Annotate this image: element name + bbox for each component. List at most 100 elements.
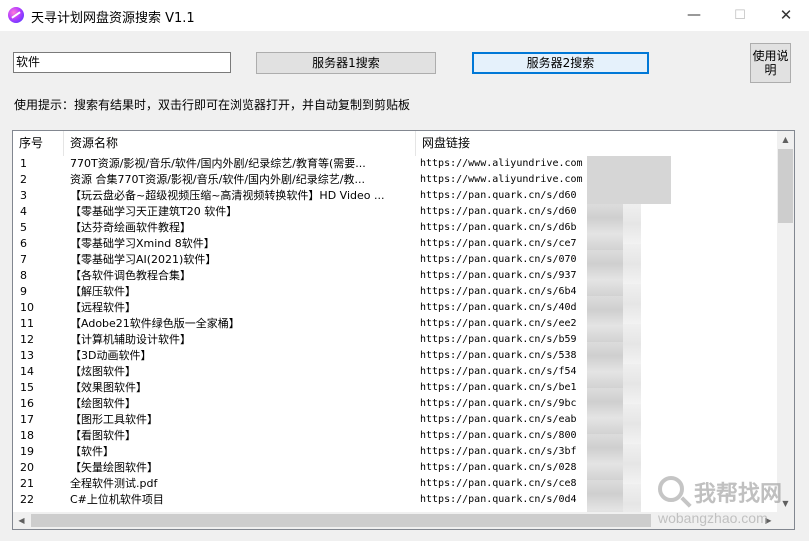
row-index: 9 bbox=[20, 285, 27, 298]
list-item[interactable]: 13 【3D动画软件】 https://pan.quark.cn/s/538 bbox=[13, 348, 777, 364]
resource-name: 【炫图软件】 bbox=[70, 365, 136, 378]
row-index: 19 bbox=[20, 445, 34, 458]
row-index: 13 bbox=[20, 349, 34, 362]
list-item[interactable]: 15 【效果图软件】 https://pan.quark.cn/s/be1 bbox=[13, 380, 777, 396]
list-item[interactable]: 22 C#上位机软件项目 https://pan.quark.cn/s/0d4 bbox=[13, 492, 777, 508]
help-button[interactable]: 使用说明 bbox=[750, 43, 791, 83]
list-item[interactable]: 19 【软件】 https://pan.quark.cn/s/3bf bbox=[13, 444, 777, 460]
resource-name: 【玩云盘必备~超级视频压缩~高清视频转换软件】HD Video ... bbox=[70, 189, 385, 202]
resource-name: 【计算机辅助设计软件】 bbox=[70, 333, 191, 346]
search-input[interactable] bbox=[13, 52, 231, 73]
scrollbar-corner bbox=[777, 512, 794, 529]
resource-name: 【矢量绘图软件】 bbox=[70, 461, 158, 474]
share-link: https://pan.quark.cn/s/9bc bbox=[420, 398, 577, 409]
share-link: https://pan.quark.cn/s/f54 bbox=[420, 366, 577, 377]
row-index: 17 bbox=[20, 413, 34, 426]
redacted-area bbox=[623, 204, 641, 529]
list-item[interactable]: 20 【矢量绘图软件】 https://pan.quark.cn/s/028 bbox=[13, 460, 777, 476]
row-index: 7 bbox=[20, 253, 27, 266]
share-link: https://pan.quark.cn/s/ce8 bbox=[420, 478, 577, 489]
list-item[interactable]: 12 【计算机辅助设计软件】 https://pan.quark.cn/s/b59 bbox=[13, 332, 777, 348]
resource-name: 【零基础学习AI(2021)软件】 bbox=[70, 253, 217, 266]
row-index: 22 bbox=[20, 493, 34, 506]
share-link: https://pan.quark.cn/s/d6b bbox=[420, 222, 577, 233]
share-link: https://pan.quark.cn/s/800 bbox=[420, 430, 577, 441]
list-item[interactable]: 9 【解压软件】 https://pan.quark.cn/s/6b4 bbox=[13, 284, 777, 300]
share-link: https://pan.quark.cn/s/d60 bbox=[420, 206, 577, 217]
usage-tip: 使用提示：搜索有结果时，双击行即可在浏览器打开，并自动复制到剪贴板 bbox=[14, 98, 411, 112]
app-logo-icon bbox=[8, 7, 24, 23]
row-index: 1 bbox=[20, 157, 27, 170]
list-item[interactable]: 16 【绘图软件】 https://pan.quark.cn/s/9bc bbox=[13, 396, 777, 412]
row-index: 21 bbox=[20, 477, 34, 490]
resource-name: C#上位机软件项目 bbox=[70, 493, 164, 506]
resource-name: 资源 合集770T资源/影视/音乐/软件/国内外剧/纪录综艺/教... bbox=[70, 173, 365, 186]
share-link: https://pan.quark.cn/s/d60 bbox=[420, 190, 577, 201]
resource-name: 【软件】 bbox=[70, 445, 114, 458]
row-index: 20 bbox=[20, 461, 34, 474]
horizontal-scrollbar[interactable]: ◀ ▶ bbox=[13, 512, 777, 529]
share-link: https://pan.quark.cn/s/538 bbox=[420, 350, 577, 361]
share-link: https://pan.quark.cn/s/3bf bbox=[420, 446, 577, 457]
list-item[interactable]: 18 【看图软件】 https://pan.quark.cn/s/800 bbox=[13, 428, 777, 444]
resource-name: 【零基础学习天正建筑T20 软件】 bbox=[70, 205, 238, 218]
resource-name: 【各软件调色教程合集】 bbox=[70, 269, 191, 282]
resource-name: 770T资源/影视/音乐/软件/国内外剧/纪录综艺/教育等(需要... bbox=[70, 157, 366, 170]
results-list[interactable]: 序号 资源名称 网盘链接 1 770T资源/影视/音乐/软件/国内外剧/纪录综艺/… bbox=[12, 130, 795, 530]
list-item[interactable]: 10 【远程软件】 https://pan.quark.cn/s/40d bbox=[13, 300, 777, 316]
row-index: 6 bbox=[20, 237, 27, 250]
list-item[interactable]: 14 【炫图软件】 https://pan.quark.cn/s/f54 bbox=[13, 364, 777, 380]
resource-name: 【远程软件】 bbox=[70, 301, 136, 314]
maximize-button[interactable]: ☐ bbox=[717, 0, 763, 31]
row-index: 4 bbox=[20, 205, 27, 218]
share-link: https://pan.quark.cn/s/6b4 bbox=[420, 286, 577, 297]
share-link: https://pan.quark.cn/s/b59 bbox=[420, 334, 577, 345]
list-item[interactable]: 7 【零基础学习AI(2021)软件】 https://pan.quark.cn/s… bbox=[13, 252, 777, 268]
scroll-right-icon[interactable]: ▶ bbox=[760, 512, 777, 529]
scroll-up-icon[interactable]: ▲ bbox=[777, 131, 794, 148]
list-item[interactable]: 21 全程软件测试.pdf https://pan.quark.cn/s/ce8 bbox=[13, 476, 777, 492]
redacted-area bbox=[587, 156, 671, 204]
column-header-link[interactable]: 网盘链接 bbox=[416, 131, 777, 156]
share-link: https://pan.quark.cn/s/0d4 bbox=[420, 494, 577, 505]
share-link: https://pan.quark.cn/s/eab bbox=[420, 414, 577, 425]
share-link: https://pan.quark.cn/s/40d bbox=[420, 302, 577, 313]
row-index: 2 bbox=[20, 173, 27, 186]
share-link: https://pan.quark.cn/s/070 bbox=[420, 254, 577, 265]
horizontal-scroll-thumb[interactable] bbox=[31, 514, 651, 527]
vertical-scroll-thumb[interactable] bbox=[778, 149, 793, 223]
resource-name: 全程软件测试.pdf bbox=[70, 477, 158, 490]
server2-search-button[interactable]: 服务器2搜索 bbox=[472, 52, 649, 74]
close-button[interactable]: ✕ bbox=[763, 0, 809, 31]
list-item[interactable]: 11 【Adobe21软件绿色版一全家桶】 https://pan.quark.cn… bbox=[13, 316, 777, 332]
row-index: 5 bbox=[20, 221, 27, 234]
row-index: 8 bbox=[20, 269, 27, 282]
resource-name: 【图形工具软件】 bbox=[70, 413, 158, 426]
row-index: 3 bbox=[20, 189, 27, 202]
row-index: 11 bbox=[20, 317, 34, 330]
column-header-index[interactable]: 序号 bbox=[13, 131, 64, 156]
resource-name: 【解压软件】 bbox=[70, 285, 136, 298]
resource-name: 【零基础学习Xmind 8软件】 bbox=[70, 237, 215, 250]
list-item[interactable]: 4 【零基础学习天正建筑T20 软件】 https://pan.quark.cn/s… bbox=[13, 204, 777, 220]
list-item[interactable]: 17 【图形工具软件】 https://pan.quark.cn/s/eab bbox=[13, 412, 777, 428]
scroll-left-icon[interactable]: ◀ bbox=[13, 512, 30, 529]
share-link: https://www.aliyundrive.com bbox=[420, 158, 583, 169]
server1-search-button[interactable]: 服务器1搜索 bbox=[256, 52, 436, 74]
row-index: 12 bbox=[20, 333, 34, 346]
resource-name: 【效果图软件】 bbox=[70, 381, 147, 394]
list-item[interactable]: 8 【各软件调色教程合集】 https://pan.quark.cn/s/937 bbox=[13, 268, 777, 284]
list-rows: 1 770T资源/影视/音乐/软件/国内外剧/纪录综艺/教育等(需要... http… bbox=[13, 156, 777, 508]
resource-name: 【绘图软件】 bbox=[70, 397, 136, 410]
minimize-button[interactable]: — bbox=[671, 0, 717, 31]
resource-name: 【看图软件】 bbox=[70, 429, 136, 442]
vertical-scrollbar[interactable]: ▲ ▼ bbox=[777, 131, 794, 512]
column-header-name[interactable]: 资源名称 bbox=[64, 131, 416, 156]
scroll-down-icon[interactable]: ▼ bbox=[777, 495, 794, 512]
list-item[interactable]: 5 【达芬奇绘画软件教程】 https://pan.quark.cn/s/d6b bbox=[13, 220, 777, 236]
share-link: https://pan.quark.cn/s/028 bbox=[420, 462, 577, 473]
list-item[interactable]: 6 【零基础学习Xmind 8软件】 https://pan.quark.cn/s/… bbox=[13, 236, 777, 252]
resource-name: 【Adobe21软件绿色版一全家桶】 bbox=[70, 317, 240, 330]
resource-name: 【3D动画软件】 bbox=[70, 349, 152, 362]
row-index: 16 bbox=[20, 397, 34, 410]
